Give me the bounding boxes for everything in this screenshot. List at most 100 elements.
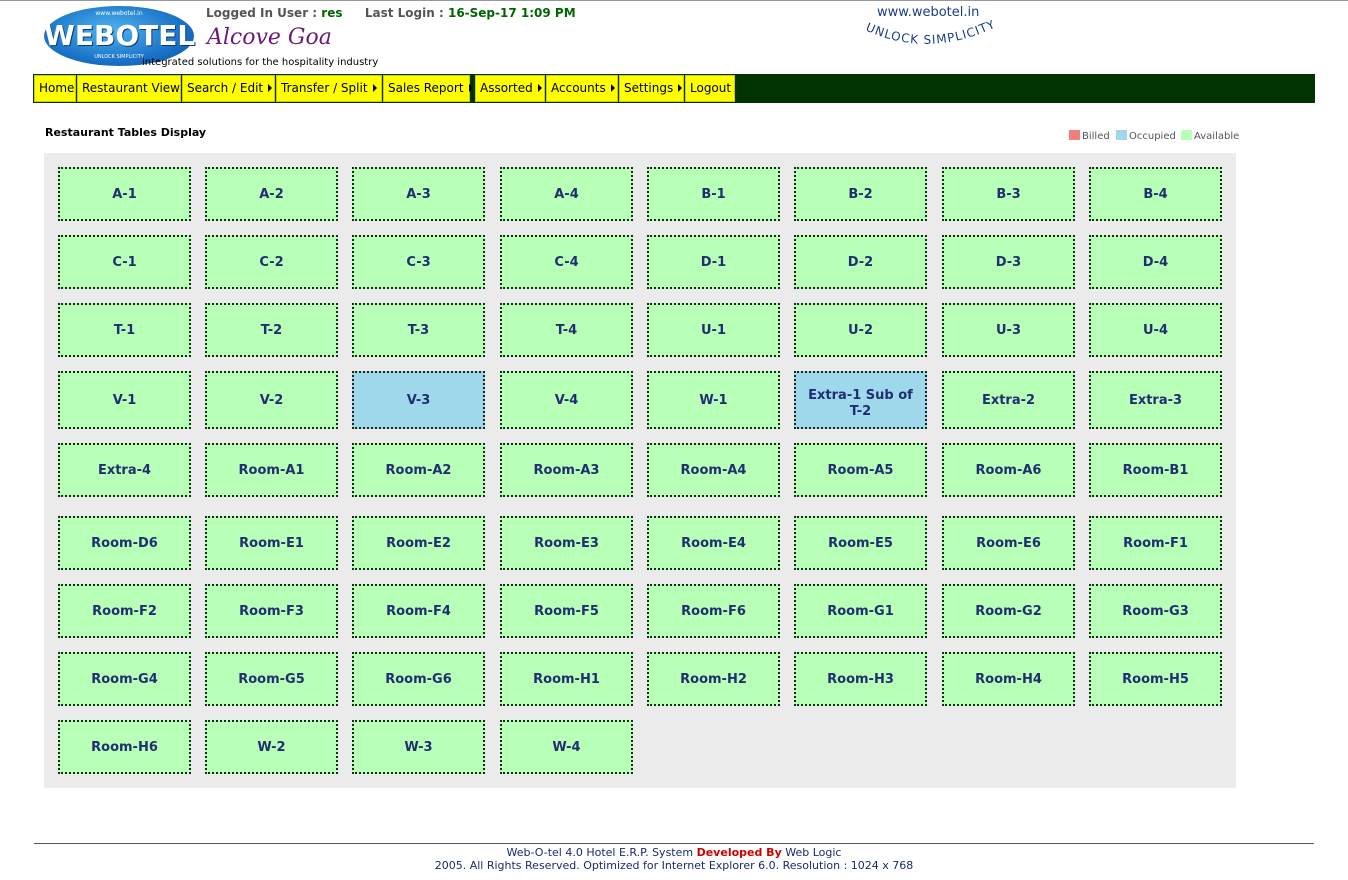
hotel-name: Alcove Goa (207, 25, 332, 50)
table-room-f1[interactable]: Room-F1 (1089, 516, 1222, 570)
table-label: D-2 (847, 255, 874, 270)
table-room-h6[interactable]: Room-H6 (58, 720, 191, 774)
table-a-1[interactable]: A-1 (58, 167, 191, 221)
table-t-1[interactable]: T-1 (58, 303, 191, 357)
table-b-2[interactable]: B-2 (794, 167, 927, 221)
legend-label: Available (1194, 131, 1240, 142)
table-room-h1[interactable]: Room-H1 (500, 652, 633, 706)
table-d-3[interactable]: D-3 (942, 235, 1075, 289)
table-room-a2[interactable]: Room-A2 (352, 443, 485, 497)
table-extra-2[interactable]: Extra-2 (942, 371, 1075, 429)
nav-assorted[interactable]: Assorted (475, 75, 545, 102)
logo-small-url: www.webotel.in (95, 10, 143, 17)
table-room-a5[interactable]: Room-A5 (794, 443, 927, 497)
table-b-3[interactable]: B-3 (942, 167, 1075, 221)
nav-label: Settings (624, 81, 674, 95)
footer-suffix: Web Logic (781, 846, 842, 859)
nav-settings[interactable]: Settings (619, 75, 684, 102)
table-room-g5[interactable]: Room-G5 (205, 652, 338, 706)
table-room-a1[interactable]: Room-A1 (205, 443, 338, 497)
table-label: Room-G4 (91, 672, 158, 687)
table-room-a6[interactable]: Room-A6 (942, 443, 1075, 497)
table-d-4[interactable]: D-4 (1089, 235, 1222, 289)
site-url: www.webotel.in (877, 5, 980, 20)
nav-restaurant-view[interactable]: Restaurant View (77, 75, 181, 102)
table-room-e4[interactable]: Room-E4 (647, 516, 780, 570)
table-room-g4[interactable]: Room-G4 (58, 652, 191, 706)
nav-transfer-split[interactable]: Transfer / Split (276, 75, 382, 102)
table-label: Room-G5 (238, 672, 305, 687)
table-label: C-2 (259, 255, 284, 270)
table-room-f2[interactable]: Room-F2 (58, 584, 191, 638)
table-b-4[interactable]: B-4 (1089, 167, 1222, 221)
table-room-h3[interactable]: Room-H3 (794, 652, 927, 706)
table-u-1[interactable]: U-1 (647, 303, 780, 357)
table-c-4[interactable]: C-4 (500, 235, 633, 289)
table-a-4[interactable]: A-4 (500, 167, 633, 221)
table-room-h2[interactable]: Room-H2 (647, 652, 780, 706)
table-a-3[interactable]: A-3 (352, 167, 485, 221)
table-room-e6[interactable]: Room-E6 (942, 516, 1075, 570)
nav-label: Sales Report (388, 81, 464, 95)
table-room-a3[interactable]: Room-A3 (500, 443, 633, 497)
table-v-3[interactable]: V-3 (352, 371, 485, 429)
table-v-4[interactable]: V-4 (500, 371, 633, 429)
table-w-4[interactable]: W-4 (500, 720, 633, 774)
nav-label: Home (39, 81, 75, 95)
table-v-2[interactable]: V-2 (205, 371, 338, 429)
table-c-1[interactable]: C-1 (58, 235, 191, 289)
table-room-e5[interactable]: Room-E5 (794, 516, 927, 570)
table-room-e2[interactable]: Room-E2 (352, 516, 485, 570)
table-room-f4[interactable]: Room-F4 (352, 584, 485, 638)
table-t-2[interactable]: T-2 (205, 303, 338, 357)
table-room-g6[interactable]: Room-G6 (352, 652, 485, 706)
table-room-b1[interactable]: Room-B1 (1089, 443, 1222, 497)
legend-swatch (1181, 130, 1192, 140)
table-room-h4[interactable]: Room-H4 (942, 652, 1075, 706)
table-w-2[interactable]: W-2 (205, 720, 338, 774)
table-label: Room-E1 (239, 536, 304, 551)
table-label: U-2 (848, 323, 873, 338)
table-w-1[interactable]: W-1 (647, 371, 780, 429)
table-w-3[interactable]: W-3 (352, 720, 485, 774)
table-u-4[interactable]: U-4 (1089, 303, 1222, 357)
table-room-g2[interactable]: Room-G2 (942, 584, 1075, 638)
table-c-2[interactable]: C-2 (205, 235, 338, 289)
table-t-3[interactable]: T-3 (352, 303, 485, 357)
table-t-4[interactable]: T-4 (500, 303, 633, 357)
table-label: Room-F4 (386, 604, 451, 619)
table-label: Room-F2 (92, 604, 157, 619)
nav-label: Search / Edit (187, 81, 264, 95)
table-room-g3[interactable]: Room-G3 (1089, 584, 1222, 638)
table-extra-1-sub-of-t-2[interactable]: Extra-1 Sub of T-2 (794, 371, 927, 429)
submenu-arrow-icon (610, 84, 615, 92)
table-a-2[interactable]: A-2 (205, 167, 338, 221)
table-d-1[interactable]: D-1 (647, 235, 780, 289)
table-v-1[interactable]: V-1 (58, 371, 191, 429)
table-d-2[interactable]: D-2 (794, 235, 927, 289)
table-b-1[interactable]: B-1 (647, 167, 780, 221)
nav-accounts[interactable]: Accounts (546, 75, 618, 102)
table-room-h5[interactable]: Room-H5 (1089, 652, 1222, 706)
nav-home[interactable]: Home (34, 75, 76, 102)
table-room-f3[interactable]: Room-F3 (205, 584, 338, 638)
table-room-e1[interactable]: Room-E1 (205, 516, 338, 570)
legend-available: Available (1181, 130, 1239, 142)
table-label: Room-H2 (680, 672, 747, 687)
table-u-3[interactable]: U-3 (942, 303, 1075, 357)
table-room-d6[interactable]: Room-D6 (58, 516, 191, 570)
table-extra-3[interactable]: Extra-3 (1089, 371, 1222, 429)
table-label: T-2 (260, 323, 283, 338)
table-c-3[interactable]: C-3 (352, 235, 485, 289)
nav-sales-report[interactable]: Sales Report (383, 75, 473, 102)
table-room-e3[interactable]: Room-E3 (500, 516, 633, 570)
table-extra-4[interactable]: Extra-4 (58, 443, 191, 497)
legend-swatch (1116, 130, 1127, 140)
table-u-2[interactable]: U-2 (794, 303, 927, 357)
table-room-f5[interactable]: Room-F5 (500, 584, 633, 638)
nav-search-edit[interactable]: Search / Edit (182, 75, 275, 102)
table-room-a4[interactable]: Room-A4 (647, 443, 780, 497)
table-room-f6[interactable]: Room-F6 (647, 584, 780, 638)
table-room-g1[interactable]: Room-G1 (794, 584, 927, 638)
nav-logout[interactable]: Logout (685, 75, 735, 102)
